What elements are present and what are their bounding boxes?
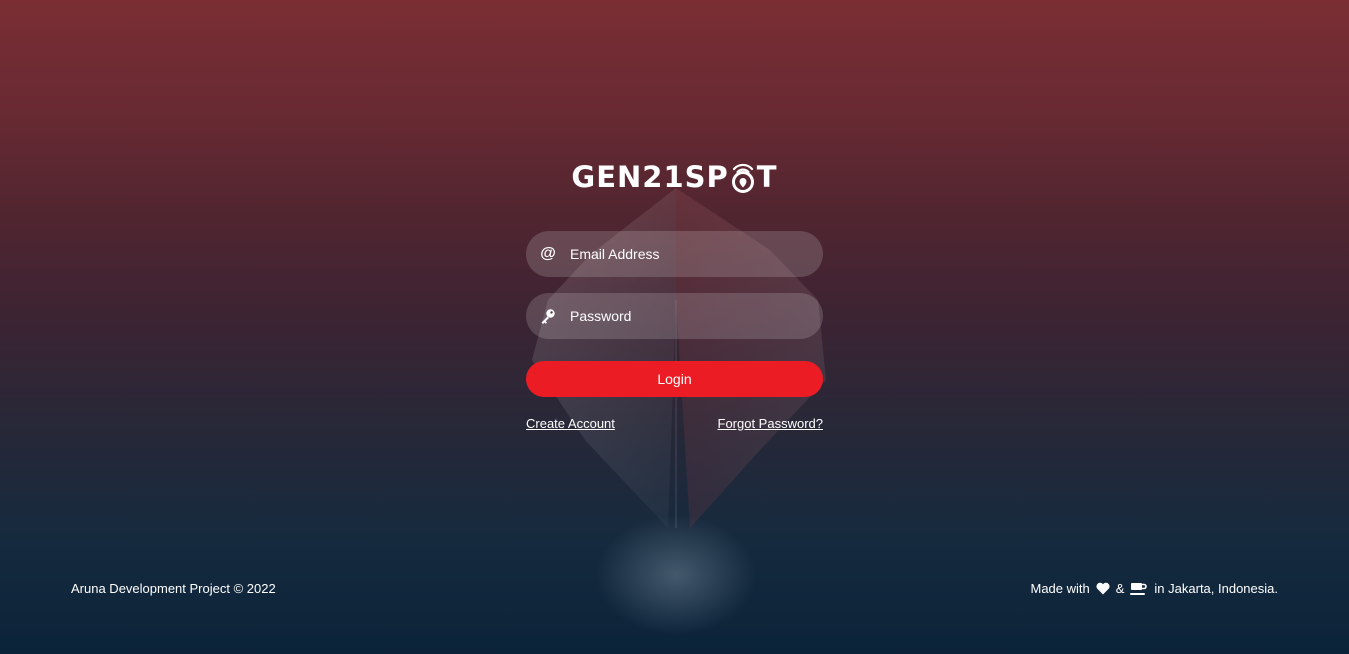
heart-icon bbox=[1096, 582, 1110, 595]
login-button[interactable]: Login bbox=[526, 361, 823, 397]
create-account-link[interactable]: Create Account bbox=[526, 416, 615, 431]
email-field[interactable] bbox=[570, 231, 823, 277]
key-icon bbox=[526, 308, 570, 324]
password-field-wrapper bbox=[526, 293, 823, 339]
location-pin-wifi-icon bbox=[730, 162, 756, 193]
brand-name-part1: GEN21SP bbox=[571, 160, 729, 194]
footer-copyright: Aruna Development Project © 2022 bbox=[71, 581, 276, 596]
brand-name-part2: T bbox=[756, 160, 778, 194]
password-field[interactable] bbox=[570, 293, 823, 339]
footer-credits: Made with & in Jakarta, Indonesia. bbox=[1031, 581, 1279, 596]
form-links: Create Account Forgot Password? bbox=[526, 416, 823, 431]
made-with-text: Made with bbox=[1030, 581, 1090, 596]
forgot-password-link[interactable]: Forgot Password? bbox=[718, 416, 824, 431]
ampersand-text: & bbox=[1115, 581, 1125, 596]
location-text: in Jakarta, Indonesia. bbox=[1154, 581, 1278, 596]
coffee-icon bbox=[1130, 582, 1148, 596]
login-form: @ Login Create Account Forgot Password? bbox=[526, 231, 823, 431]
brand-logo: GEN21SP T bbox=[0, 160, 1349, 194]
at-icon: @ bbox=[540, 245, 556, 262]
login-page: GEN21SP T @ Email Address Login Create A… bbox=[0, 0, 1349, 654]
email-field-wrapper: @ bbox=[526, 231, 823, 277]
